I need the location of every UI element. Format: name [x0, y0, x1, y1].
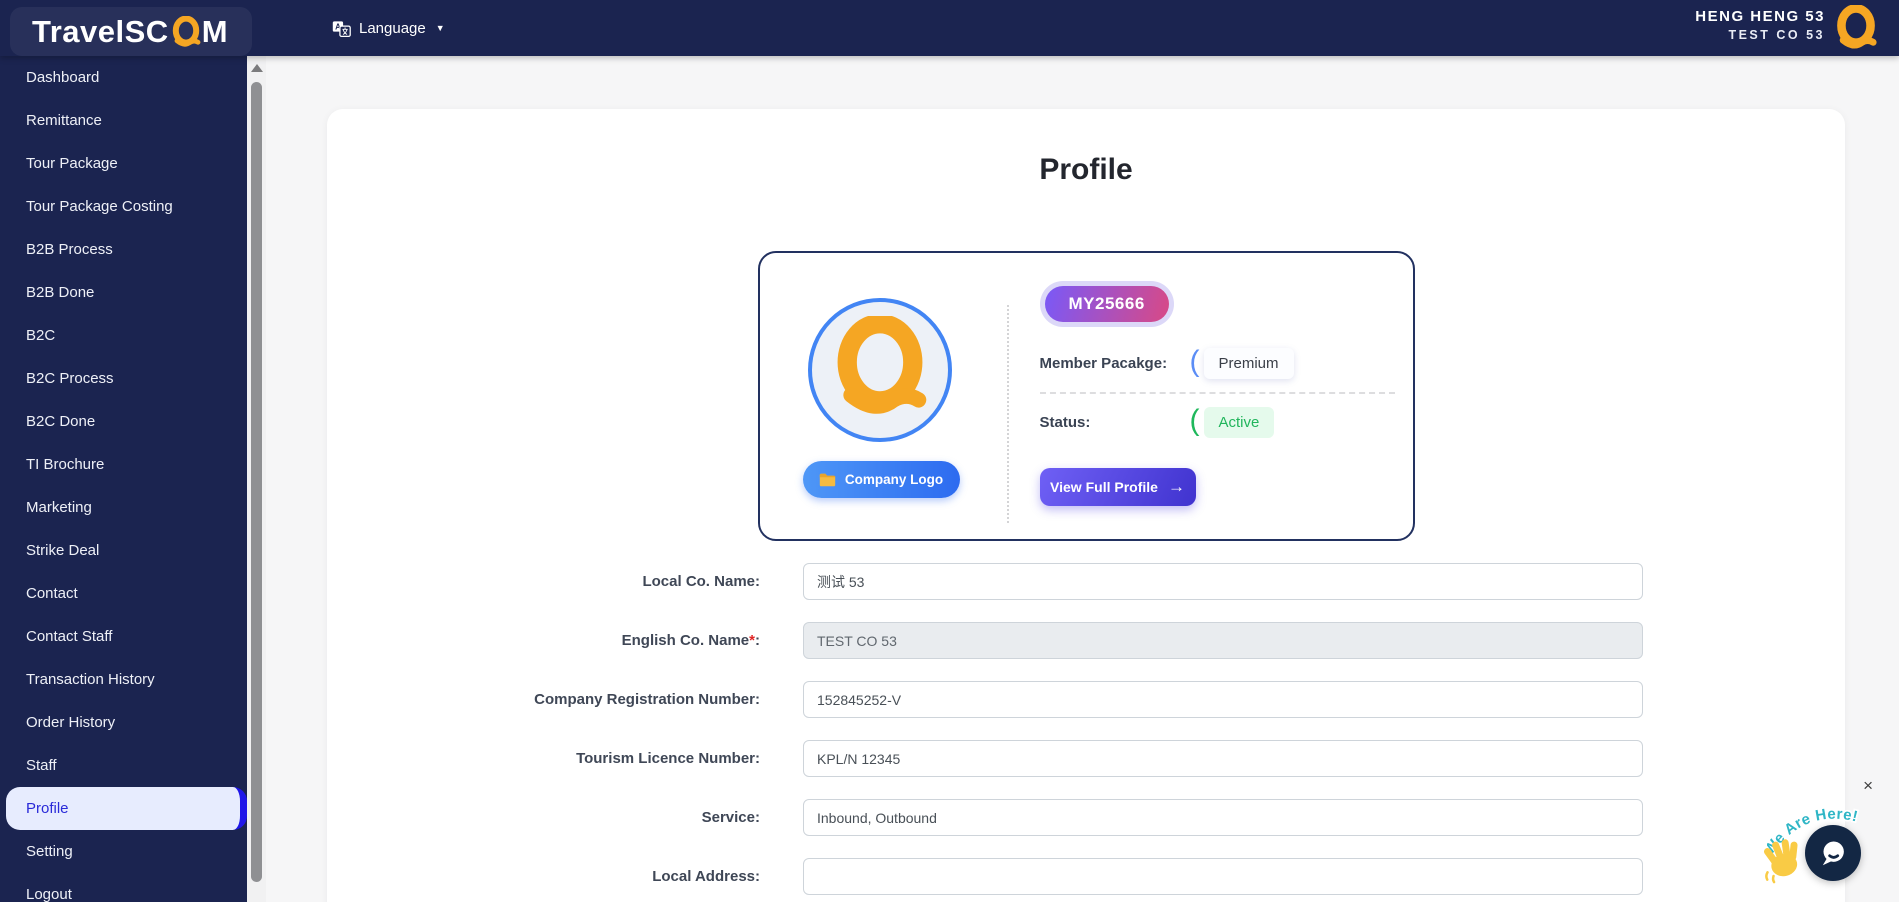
company-avatar: [807, 298, 952, 442]
user-company: TEST CO 53: [1728, 28, 1825, 42]
scrollbar-thumb[interactable]: [251, 82, 262, 882]
member-id-badge: MY25666: [1039, 281, 1174, 327]
sidebar-item-strike-deal[interactable]: Strike Deal: [0, 529, 247, 572]
sidebar-item-tour-package-costing[interactable]: Tour Package Costing: [0, 185, 247, 228]
sidebar-item-dashboard[interactable]: Dashboard: [0, 56, 247, 99]
chat-widget: × We Are Here!: [1759, 777, 1899, 902]
sidebar-item-tour-package[interactable]: Tour Package: [0, 142, 247, 185]
form-row-local-address: Local Address:: [327, 858, 1845, 895]
local-address-label: Local Address:: [652, 868, 760, 885]
sidebar-item-logout[interactable]: Logout: [0, 873, 247, 902]
english-co-name-input[interactable]: [803, 622, 1643, 659]
user-name: HENG HENG 53: [1695, 8, 1825, 25]
brand-post: M: [201, 13, 229, 49]
arrow-right-icon: →: [1167, 477, 1185, 496]
english-co-name-label: English Co. Name*:: [621, 632, 760, 649]
local-co-name-label: Local Co. Name:: [642, 573, 760, 590]
brand-q-icon: [172, 15, 201, 47]
company-logo-button[interactable]: Company Logo: [802, 461, 960, 498]
form-row-tourism-licence-number: Tourism Licence Number:: [327, 740, 1845, 777]
sidebar-item-staff[interactable]: Staff: [0, 744, 247, 787]
sidebar-item-contact[interactable]: Contact: [0, 572, 247, 615]
sidebar-item-b2c-done[interactable]: B2C Done: [0, 400, 247, 443]
sidebar-item-transaction-history[interactable]: Transaction History: [0, 658, 247, 701]
sidebar-item-contact-staff[interactable]: Contact Staff: [0, 615, 247, 658]
translate-icon: A: [332, 20, 351, 37]
user-account[interactable]: HENG HENG 53 TEST CO 53: [1695, 8, 1825, 42]
brand-text: TravelSC M: [32, 14, 228, 50]
sidebar-item-b2c[interactable]: B2C: [0, 314, 247, 357]
sidebar-item-marketing[interactable]: Marketing: [0, 486, 247, 529]
sidebar-item-b2b-process[interactable]: B2B Process: [0, 228, 247, 271]
status-badge: Active: [1203, 407, 1275, 438]
form-row-service: Service:: [327, 799, 1845, 836]
card-details: MY25666 Member Pacakge: ( Premium Status…: [1039, 253, 1397, 506]
sidebar-item-b2b-done[interactable]: B2B Done: [0, 271, 247, 314]
main-content: Profile Company Logo MY25666 Member Paca…: [266, 56, 1899, 902]
page-title: Profile: [1039, 153, 1133, 186]
form-row-english-co-name: English Co. Name*:: [327, 622, 1845, 659]
service-label: Service:: [701, 809, 760, 826]
company-logo-button-label: Company Logo: [844, 472, 944, 487]
view-full-profile-button[interactable]: View Full Profile →: [1039, 468, 1196, 506]
company-registration-number-input[interactable]: [803, 681, 1643, 718]
status-row: Status: ( Active: [1039, 405, 1397, 438]
brand-logo[interactable]: TravelSC M: [10, 7, 252, 56]
profile-panel: Profile Company Logo MY25666 Member Paca…: [327, 109, 1845, 902]
top-navbar: TravelSC M A Language ▼ HENG HENG 53 TES…: [0, 0, 1899, 56]
chat-close-icon[interactable]: ×: [1863, 777, 1873, 794]
local-co-name-input[interactable]: [803, 563, 1643, 600]
view-full-profile-label: View Full Profile: [1050, 479, 1158, 495]
sidebar-item-profile[interactable]: Profile: [6, 787, 247, 830]
sidebar-item-b2c-process[interactable]: B2C Process: [0, 357, 247, 400]
member-package-label: Member Pacakge:: [1039, 355, 1168, 372]
user-q-logo-icon: [1837, 5, 1877, 49]
tourism-licence-number-input[interactable]: [803, 740, 1643, 777]
language-selector[interactable]: A Language ▼: [332, 0, 445, 56]
profile-summary-card: Company Logo MY25666 Member Pacakge: ( P…: [757, 251, 1415, 541]
speech-bubble-icon: [1822, 841, 1844, 866]
form-row-company-registration-number: Company Registration Number:: [327, 681, 1845, 718]
local-address-input[interactable]: [803, 858, 1643, 895]
card-divider: [1006, 305, 1009, 523]
brand-pre: TravelSC: [32, 13, 169, 49]
profile-form: Local Co. Name: English Co. Name*: Compa…: [327, 563, 1845, 895]
scroll-up-arrow-icon[interactable]: [251, 64, 263, 72]
sidebar: Dashboard Remittance Tour Package Tour P…: [0, 56, 247, 902]
dashed-divider: [1039, 392, 1395, 394]
status-label: Status:: [1039, 414, 1091, 431]
chevron-down-icon: ▼: [435, 23, 445, 33]
language-label: Language: [359, 19, 426, 37]
sidebar-item-remittance[interactable]: Remittance: [0, 99, 247, 142]
member-package-row: Member Pacakge: ( Premium: [1039, 346, 1397, 379]
sidebar-item-order-history[interactable]: Order History: [0, 701, 247, 744]
company-registration-number-label: Company Registration Number:: [534, 691, 760, 708]
form-row-local-co-name: Local Co. Name:: [327, 563, 1845, 600]
company-q-logo-icon: [837, 316, 926, 414]
service-input[interactable]: [803, 799, 1643, 836]
sidebar-item-setting[interactable]: Setting: [0, 830, 247, 873]
sidebar-scrollbar[interactable]: [247, 56, 266, 902]
member-id-value: MY25666: [1044, 286, 1169, 322]
sidebar-item-ti-brochure[interactable]: TI Brochure: [0, 443, 247, 486]
tourism-licence-number-label: Tourism Licence Number:: [576, 750, 760, 767]
member-package-value: Premium: [1203, 348, 1294, 379]
chat-launcher-button[interactable]: [1805, 825, 1861, 881]
folder-icon: [819, 473, 836, 486]
